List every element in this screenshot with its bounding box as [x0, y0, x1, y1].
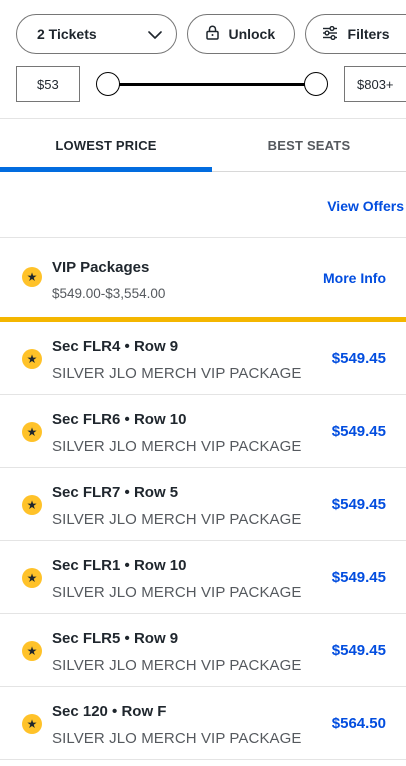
star-icon: ★	[22, 267, 42, 287]
listing-row[interactable]: ★ Sec 120 • Row F SILVER JLO MERCH VIP P…	[0, 687, 406, 760]
listing-row[interactable]: ★ Sec FLR7 • Row 5 SILVER JLO MERCH VIP …	[0, 468, 406, 541]
listing-section-row: Sec FLR1 • Row 10	[52, 557, 187, 574]
listing-section-row: Sec FLR6 • Row 10	[52, 411, 187, 428]
listing-price[interactable]: $549.45	[332, 350, 386, 367]
filter-bar: 2 Tickets Unlock Filters	[16, 14, 406, 54]
tab-lowest-price[interactable]: LOWEST PRICE	[0, 119, 212, 171]
max-price-handle[interactable]	[304, 72, 328, 96]
listing-section-row: Sec FLR5 • Row 9	[52, 630, 179, 647]
filters-label: Filters	[347, 26, 390, 42]
listing-price[interactable]: $549.45	[332, 496, 386, 513]
listing-description: SILVER JLO MERCH VIP PACKAGE	[52, 438, 302, 455]
more-info-link[interactable]: More Info	[323, 270, 386, 286]
view-offers-link[interactable]: View Offers	[327, 198, 404, 214]
listing-price[interactable]: $564.50	[332, 715, 386, 732]
listing-section-row: Sec FLR4 • Row 9	[52, 338, 179, 355]
vip-packages-title: VIP Packages	[52, 259, 150, 276]
listing-price[interactable]: $549.45	[332, 569, 386, 586]
max-price-input[interactable]: $803+	[344, 66, 406, 102]
active-tab-indicator	[0, 167, 212, 172]
listing-price[interactable]: $549.45	[332, 423, 386, 440]
lock-icon	[206, 25, 220, 43]
tab-best-seats[interactable]: BEST SEATS	[212, 119, 406, 171]
listing-row[interactable]: ★ Sec FLR6 • Row 10 SILVER JLO MERCH VIP…	[0, 395, 406, 468]
min-price-input[interactable]: $53	[16, 66, 80, 102]
listing-description: SILVER JLO MERCH VIP PACKAGE	[52, 365, 302, 382]
listing-description: SILVER JLO MERCH VIP PACKAGE	[52, 657, 302, 674]
unlock-label: Unlock	[228, 26, 276, 42]
listing-section-row: Sec 120 • Row F	[52, 703, 167, 720]
star-icon: ★	[22, 422, 42, 442]
unlock-button[interactable]: Unlock	[187, 14, 295, 54]
filters-button[interactable]: Filters	[304, 14, 406, 54]
star-icon: ★	[22, 714, 42, 734]
star-icon: ★	[22, 349, 42, 369]
min-price-handle[interactable]	[96, 72, 120, 96]
listing-row[interactable]: ★ Sec FLR1 • Row 10 SILVER JLO MERCH VIP…	[0, 541, 406, 614]
listing-description: SILVER JLO MERCH VIP PACKAGE	[52, 511, 302, 528]
listing-row[interactable]: ★ Sec FLR4 • Row 9 SILVER JLO MERCH VIP …	[0, 322, 406, 395]
listing-description: SILVER JLO MERCH VIP PACKAGE	[52, 584, 302, 601]
price-range-filter: $53 $803+	[16, 66, 406, 102]
listing-price[interactable]: $549.45	[332, 642, 386, 659]
star-icon: ★	[22, 568, 42, 588]
ticket-quantity-label: 2 Tickets	[37, 26, 97, 42]
listing-description: SILVER JLO MERCH VIP PACKAGE	[52, 730, 302, 747]
sliders-icon	[322, 25, 338, 43]
ticket-quantity-select[interactable]: 2 Tickets	[16, 14, 178, 54]
star-icon: ★	[22, 495, 42, 515]
chevron-down-icon	[148, 26, 162, 42]
vip-price-range: $549.00-$3,554.00	[52, 286, 166, 301]
star-icon: ★	[22, 641, 42, 661]
price-slider-track[interactable]	[108, 83, 316, 86]
listing-row[interactable]: ★ Sec FLR5 • Row 9 SILVER JLO MERCH VIP …	[0, 614, 406, 687]
vip-packages-card[interactable]: ★ VIP Packages $549.00-$3,554.00 More In…	[0, 238, 406, 318]
listing-section-row: Sec FLR7 • Row 5	[52, 484, 179, 501]
